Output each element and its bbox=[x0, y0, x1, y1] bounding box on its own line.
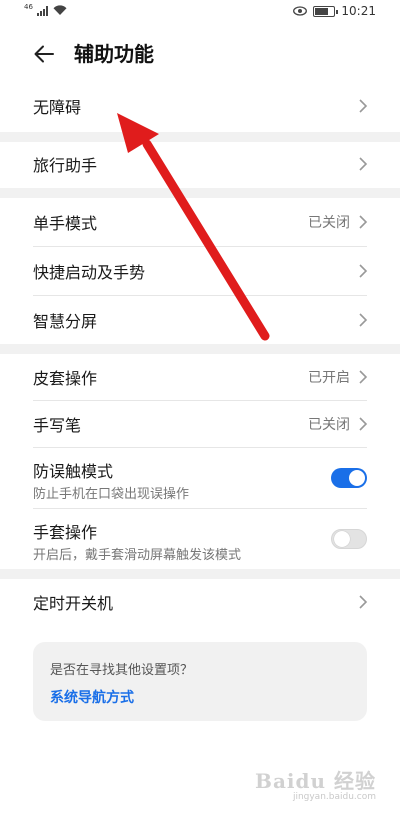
chevron-right-icon bbox=[359, 417, 368, 431]
watermark-brand: Baidu 经验 bbox=[255, 769, 376, 793]
row-label: 手写笔 bbox=[33, 416, 82, 435]
row-label: 无障碍 bbox=[33, 98, 82, 117]
battery-fill bbox=[315, 7, 329, 15]
status-right: 10:21 bbox=[293, 4, 376, 18]
row-value: 已关闭 bbox=[308, 417, 350, 433]
row-label: 单手模式 bbox=[33, 214, 98, 233]
row-shortcuts-gestures[interactable]: 快捷启动及手势 bbox=[0, 247, 400, 295]
header: 辅助功能 bbox=[0, 30, 400, 80]
row-label: 定时开关机 bbox=[33, 594, 114, 613]
toggle-knob bbox=[349, 470, 365, 486]
section-gap bbox=[0, 188, 400, 198]
row-travel-assistant[interactable]: 旅行助手 bbox=[0, 140, 400, 188]
pocket-mode-toggle[interactable] bbox=[331, 468, 367, 488]
page-title: 辅助功能 bbox=[74, 42, 154, 66]
row-label: 旅行助手 bbox=[33, 156, 98, 175]
row-label: 防误触模式 bbox=[33, 462, 114, 481]
section-gap bbox=[0, 344, 400, 354]
chevron-right-icon bbox=[359, 215, 368, 229]
status-left: 46 bbox=[24, 2, 67, 16]
back-button[interactable] bbox=[30, 40, 58, 68]
row-label: 手套操作 bbox=[33, 523, 98, 542]
glove-mode-toggle[interactable] bbox=[331, 529, 367, 549]
row-description: 防止手机在口袋出现误操作 bbox=[33, 487, 190, 502]
chevron-right-icon bbox=[359, 264, 368, 278]
row-accessibility[interactable]: 无障碍 bbox=[0, 80, 400, 132]
suggestion-card: 是否在寻找其他设置项？ 系统导航方式 bbox=[33, 642, 367, 721]
row-value: 已开启 bbox=[308, 370, 350, 386]
chevron-right-icon bbox=[359, 370, 368, 384]
chevron-right-icon bbox=[359, 157, 368, 171]
row-glove-mode[interactable]: 手套操作 开启后，戴手套滑动屏幕触发该模式 bbox=[0, 509, 400, 569]
eye-icon bbox=[293, 6, 308, 16]
signal-icon bbox=[36, 5, 48, 16]
row-label: 智慧分屏 bbox=[33, 312, 98, 331]
row-stylus[interactable]: 手写笔 已关闭 bbox=[0, 401, 400, 447]
row-value: 已关闭 bbox=[308, 215, 350, 231]
row-cover-operation[interactable]: 皮套操作 已开启 bbox=[0, 354, 400, 400]
row-label: 快捷启动及手势 bbox=[33, 263, 146, 282]
section-gap bbox=[0, 569, 400, 579]
suggestion-question: 是否在寻找其他设置项？ bbox=[50, 663, 194, 678]
status-bar: 46 10:21 bbox=[0, 0, 400, 26]
toggle-knob bbox=[334, 531, 350, 547]
row-label: 皮套操作 bbox=[33, 369, 98, 388]
chevron-right-icon bbox=[359, 595, 368, 609]
chevron-right-icon bbox=[359, 313, 368, 327]
wifi-icon bbox=[53, 5, 67, 15]
watermark: Baidu 经验 jingyan.baidu.com bbox=[255, 765, 376, 802]
row-scheduled-power[interactable]: 定时开关机 bbox=[0, 579, 400, 625]
row-one-hand-mode[interactable]: 单手模式 已关闭 bbox=[0, 198, 400, 246]
row-description: 开启后，戴手套滑动屏幕触发该模式 bbox=[33, 548, 242, 563]
clock: 10:21 bbox=[341, 4, 376, 18]
chevron-right-icon bbox=[359, 99, 368, 113]
battery-icon bbox=[313, 5, 339, 17]
row-smart-split-screen[interactable]: 智慧分屏 bbox=[0, 296, 400, 344]
suggestion-link-navigation[interactable]: 系统导航方式 bbox=[50, 687, 134, 707]
network-type: 46 bbox=[24, 2, 33, 11]
back-arrow-icon bbox=[34, 45, 54, 63]
row-pocket-mode[interactable]: 防误触模式 防止手机在口袋出现误操作 bbox=[0, 448, 400, 508]
